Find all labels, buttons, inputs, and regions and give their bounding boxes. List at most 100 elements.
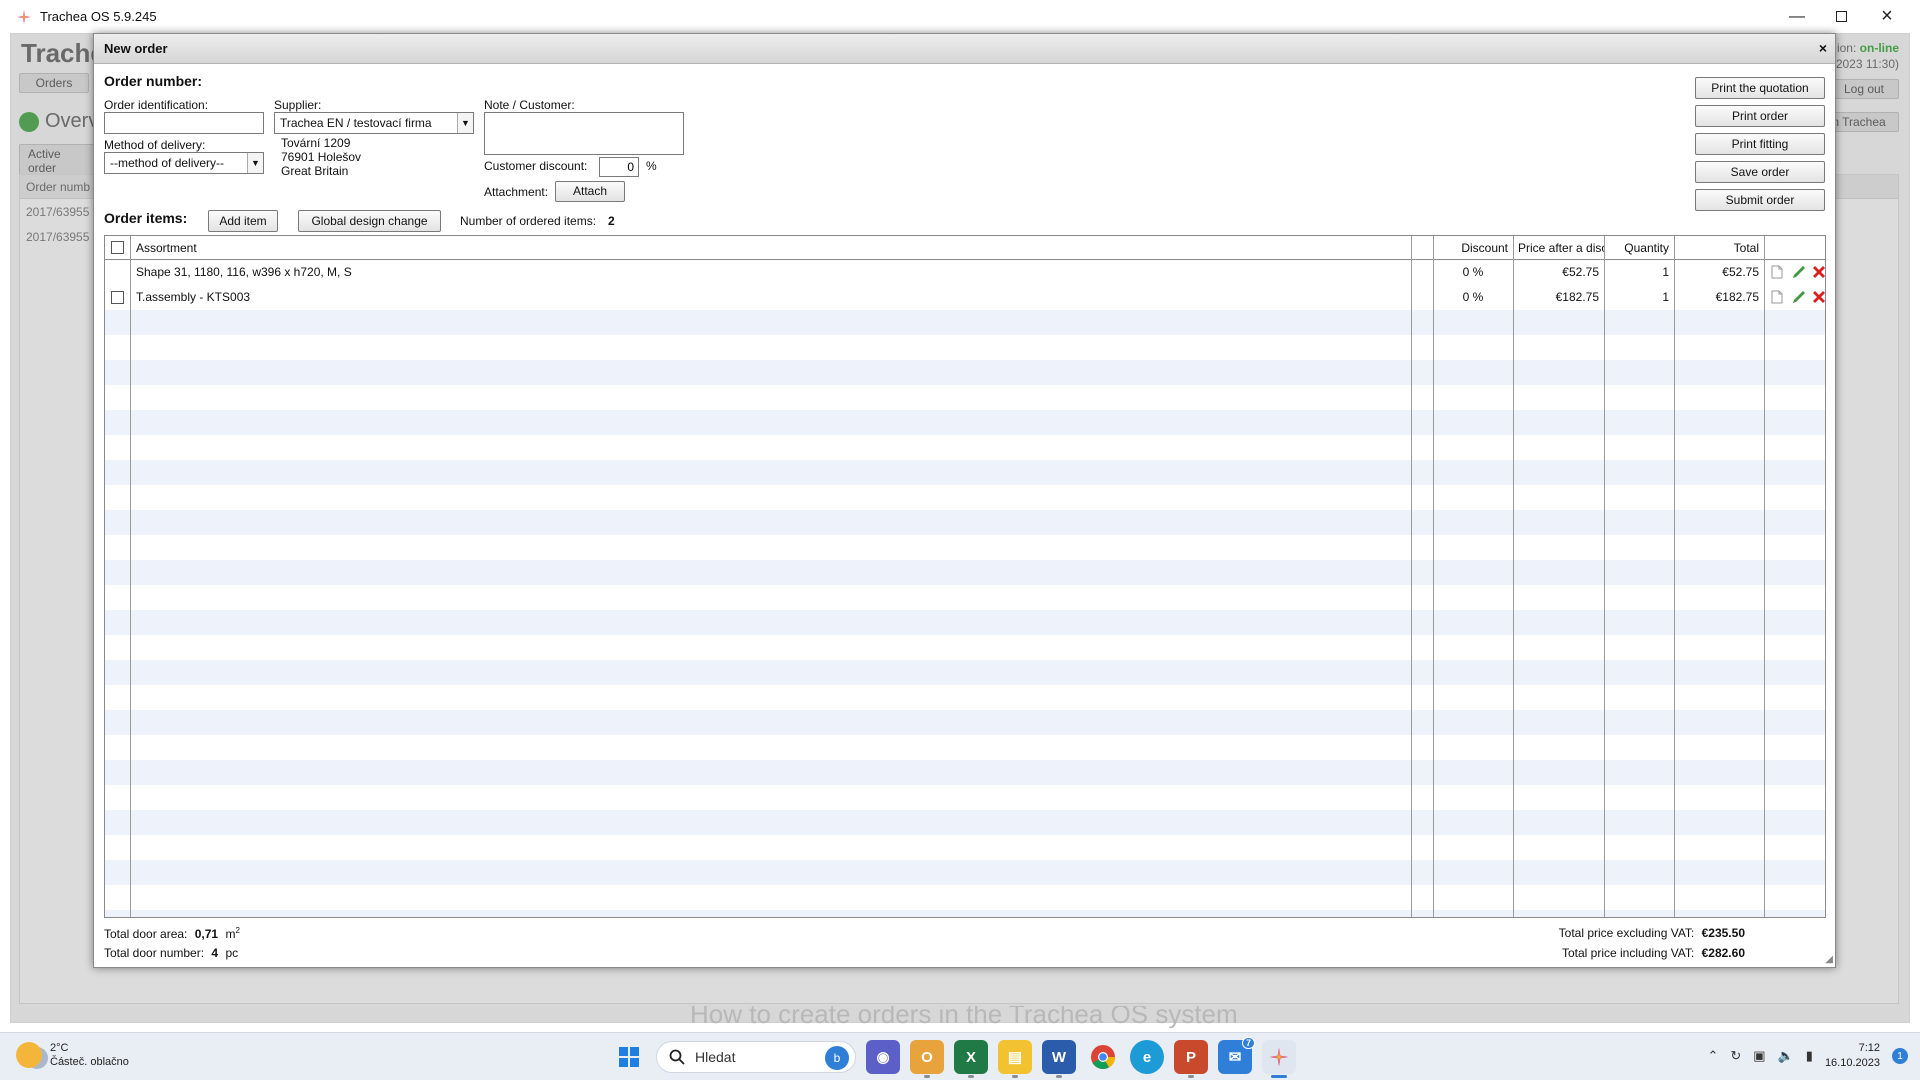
customer-discount-input[interactable] (599, 157, 639, 177)
powerpoint-icon[interactable]: P (1174, 1040, 1208, 1078)
empty-table-row (105, 560, 1825, 585)
header-total[interactable]: Total (1674, 236, 1764, 260)
print-order-button[interactable]: Print order (1695, 105, 1825, 127)
delete-icon[interactable] (1810, 288, 1825, 306)
sync-icon[interactable]: ↻ (1730, 1048, 1741, 1064)
mail-icon[interactable]: ✉ 7 (1218, 1037, 1255, 1074)
word-icon[interactable]: W (1042, 1040, 1076, 1078)
supplier-select[interactable]: Trachea EN / testovací firma ▼ (274, 112, 474, 134)
trachea-taskbar-icon[interactable] (1262, 1040, 1296, 1078)
chevron-up-icon[interactable]: ⌃ (1707, 1048, 1718, 1064)
door-number-label: Total door number: (104, 946, 205, 960)
header-quantity[interactable]: Quantity (1604, 236, 1674, 260)
bing-icon[interactable]: b (825, 1046, 849, 1070)
edit-pencil-icon[interactable] (1790, 263, 1808, 281)
edit-pencil-icon[interactable] (1790, 288, 1808, 306)
edge-icon[interactable]: e (1130, 1040, 1164, 1074)
taskbar-search[interactable]: Hledat b (656, 1041, 856, 1073)
empty-table-row (105, 310, 1825, 335)
door-number-unit: pc (225, 946, 239, 960)
minimize-button[interactable]: — (1774, 0, 1820, 33)
empty-table-row (105, 460, 1825, 485)
running-indicator (968, 1075, 974, 1078)
table-row[interactable]: T.assembly - KTS003 0 % €182.75 1 €182.7… (105, 285, 1825, 310)
empty-table-row (105, 860, 1825, 885)
clock-time: 7:12 (1858, 1042, 1880, 1054)
save-order-button[interactable]: Save order (1695, 161, 1825, 183)
document-icon[interactable] (1768, 288, 1786, 306)
empty-table-row (105, 585, 1825, 610)
teams-chat-icon[interactable]: ◉ (866, 1040, 900, 1074)
table-body: Shape 31, 1180, 116, w396 x h720, M, S 0… (105, 260, 1825, 917)
battery-icon[interactable]: ▮ (1806, 1048, 1813, 1064)
empty-table-row (105, 610, 1825, 635)
order-number-label: Order number: (104, 73, 203, 89)
delivery-select[interactable]: --method of delivery-- ▼ (104, 152, 264, 174)
submit-order-button[interactable]: Submit order (1695, 189, 1825, 211)
excel-icon[interactable]: X (954, 1040, 988, 1078)
empty-table-row (105, 735, 1825, 760)
running-indicator (1188, 1075, 1194, 1078)
cell-assortment: Shape 31, 1180, 116, w396 x h720, M, S (136, 265, 352, 279)
excl-vat-value: €235.50 (1701, 926, 1745, 940)
order-items-label: Order items: (104, 210, 188, 226)
weather-widget[interactable]: 2°C Částeč. oblačno (16, 1041, 129, 1069)
empty-table-row (105, 410, 1825, 435)
delete-icon[interactable] (1810, 263, 1825, 281)
video-watermark: How to create orders in the Trachea OS s… (690, 1006, 1238, 1028)
minimize-icon: — (1789, 7, 1805, 25)
empty-table-row (105, 485, 1825, 510)
attach-button[interactable]: Attach (555, 181, 625, 202)
close-window-button[interactable]: × (1864, 0, 1910, 33)
incl-vat-value: €282.60 (1701, 946, 1745, 960)
table-row[interactable]: Shape 31, 1180, 116, w396 x h720, M, S 0… (105, 260, 1825, 285)
supplier-label: Supplier: (274, 98, 322, 112)
chrome-icon[interactable] (1086, 1040, 1120, 1074)
empty-table-row (105, 910, 1825, 917)
system-tray: ⌃ ↻ ▣ 🔈 ▮ 7:12 16.10.2023 1 (1707, 1041, 1908, 1071)
header-assortment[interactable]: Assortment (131, 236, 1411, 260)
door-number-summary: Total door number: 4 pc (104, 946, 238, 960)
network-icon[interactable]: ▣ (1753, 1048, 1765, 1064)
global-design-change-button[interactable]: Global design change (298, 210, 441, 232)
notification-badge[interactable]: 1 (1892, 1048, 1908, 1064)
outlook-icon[interactable]: O (910, 1040, 944, 1078)
note-customer-textarea[interactable] (484, 112, 684, 155)
header-discount[interactable]: Discount (1433, 236, 1513, 260)
empty-table-row (105, 635, 1825, 660)
weather-desc: Částeč. oblačno (50, 1056, 129, 1068)
order-identification-input[interactable] (104, 112, 264, 134)
resize-grip-icon[interactable]: ◢ (1825, 954, 1833, 965)
add-item-button[interactable]: Add item (208, 210, 278, 232)
column-divider (130, 236, 131, 917)
volume-icon[interactable]: 🔈 (1778, 1048, 1794, 1064)
cell-price: €52.75 (1562, 265, 1599, 279)
weather-icon (16, 1042, 42, 1068)
select-all-checkbox[interactable] (111, 241, 124, 254)
note-customer-label: Note / Customer: (484, 98, 575, 112)
column-divider (1604, 236, 1605, 917)
empty-table-row (105, 510, 1825, 535)
empty-table-row (105, 810, 1825, 835)
door-area-unit: m (225, 927, 236, 941)
row-checkbox[interactable] (111, 291, 124, 304)
cell-quantity: 1 (1662, 265, 1669, 279)
empty-table-row (105, 360, 1825, 385)
supplier-value: Trachea EN / testovací firma (280, 116, 432, 130)
supplier-address-line: 76901 Holešov (281, 150, 362, 164)
print-quotation-button[interactable]: Print the quotation (1695, 77, 1825, 99)
document-icon[interactable] (1768, 263, 1786, 281)
windows-icon (619, 1047, 639, 1067)
clock[interactable]: 7:12 16.10.2023 (1825, 1041, 1880, 1071)
empty-table-row (105, 685, 1825, 710)
header-price[interactable]: Price after a discount (1513, 236, 1604, 260)
delivery-value: --method of delivery-- (110, 156, 225, 170)
maximize-button[interactable] (1818, 0, 1864, 33)
dialog-close-icon[interactable]: × (1819, 40, 1827, 56)
print-fitting-button[interactable]: Print fitting (1695, 133, 1825, 155)
cell-price: €182.75 (1555, 290, 1599, 304)
file-explorer-icon[interactable]: ▤ (998, 1040, 1032, 1078)
door-area-summary: Total door area: 0,71 m2 (104, 926, 240, 941)
empty-table-row (105, 435, 1825, 460)
start-button[interactable] (612, 1040, 646, 1074)
